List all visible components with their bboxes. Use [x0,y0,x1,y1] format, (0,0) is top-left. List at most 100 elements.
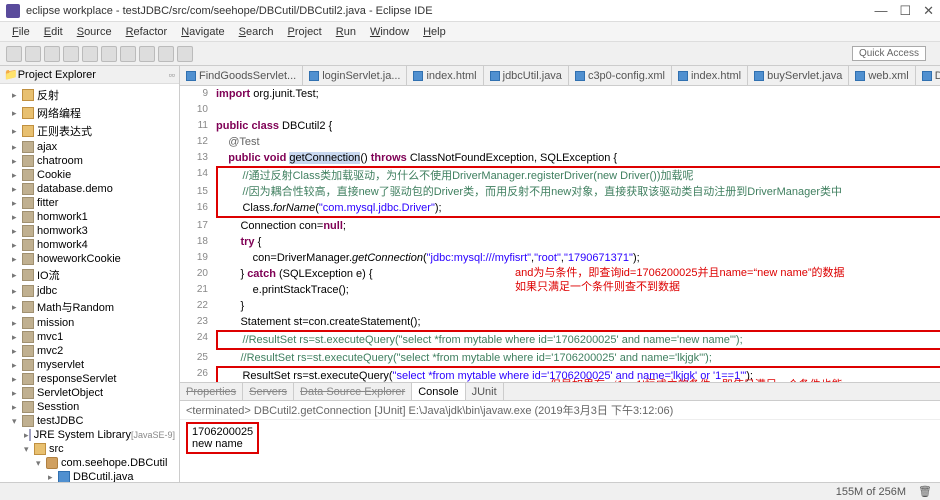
tree-item[interactable]: ▾testJDBC [2,414,177,428]
code-line[interactable]: 20 } catch (SQLException e) { [180,266,940,282]
code-line[interactable]: 13 public void getConnection() throws Cl… [180,150,940,166]
heap-status: 155M of 256M [836,486,906,498]
code-line[interactable]: 15 //因为耦合性较高，直接new了驱动包的Driver类，而用反射不用new… [180,184,940,200]
code-line[interactable]: 21 e.printStackTrace(); [180,282,940,298]
tree-item[interactable]: ▸homwork4 [2,238,177,252]
editor-tab[interactable]: jdbcUtil.java [484,66,569,85]
menu-source[interactable]: Source [71,24,118,40]
build-icon[interactable] [101,46,117,62]
window-title: eclipse workplace - testJDBC/src/com/see… [26,5,874,17]
menu-search[interactable]: Search [233,24,280,40]
editor-tab[interactable]: c3p0-config.xml [569,66,672,85]
code-line[interactable]: 24 //ResultSet rs=st.executeQuery("selec… [180,330,940,350]
code-line[interactable]: 23 Statement st=con.createStatement(); [180,314,940,330]
console-line: 1706200025 [192,426,253,438]
tree-item[interactable]: ▸mission [2,316,177,330]
code-line[interactable]: 16 Class.forName("com.mysql.jdbc.Driver"… [180,200,940,218]
tree-item[interactable]: ▸homwork3 [2,224,177,238]
editor-tab[interactable]: DBCutil.java [916,66,940,85]
tree-item[interactable]: ▾src [2,442,177,456]
menubar: FileEditSourceRefactorNavigateSearchProj… [0,22,940,42]
bottom-tab[interactable]: JUnit [466,383,504,400]
tree-item[interactable]: ▸ServletObject [2,386,177,400]
tree-item[interactable]: ▸Cookie [2,168,177,182]
code-line[interactable]: 19 con=DriverManager.getConnection("jdbc… [180,250,940,266]
console-output[interactable]: 1706200025 new name [180,420,940,482]
code-line[interactable]: 14 //通过反射Class类加载驱动，为什么不使用DriverManager.… [180,166,940,184]
editor-tab[interactable]: web.xml [849,66,915,85]
folder-icon: 📁 [4,68,18,81]
maximize-button[interactable]: ☐ [899,3,911,19]
tree-item[interactable]: ▸jdbc [2,284,177,298]
tree-item[interactable]: ▸ajax [2,140,177,154]
bottom-tab[interactable]: Properties [180,383,243,400]
gc-icon[interactable]: 🗑 [918,485,932,498]
bottom-tabs: PropertiesServersData Source ExplorerCon… [180,383,940,401]
tree-item[interactable]: ▸mvc1 [2,330,177,344]
code-line[interactable]: 12 @Test [180,134,940,150]
tree-item[interactable]: ▸正则表达式 [2,122,177,140]
tree-item[interactable]: ▸database.demo [2,182,177,196]
editor-tabs: FindGoodsServlet...loginServlet.ja...ind… [180,66,940,86]
tree-item[interactable]: ▸Math与Random [2,298,177,316]
tree-item[interactable]: ▸JRE System Library [JavaSE-9] [2,428,177,442]
sidebar-title: Project Explorer [18,69,169,81]
search-icon[interactable] [139,46,155,62]
quick-access[interactable]: Quick Access [852,46,926,61]
tree-item[interactable]: ▸反射 [2,86,177,104]
menu-project[interactable]: Project [282,24,328,40]
tree-item[interactable]: ▸DBCutil.java [2,470,177,482]
open-type-icon[interactable] [120,46,136,62]
bottom-tab[interactable]: Console [412,383,465,400]
menu-window[interactable]: Window [364,24,415,40]
project-tree[interactable]: ▸反射▸网络编程▸正则表达式▸ajax▸chatroom▸Cookie▸data… [0,84,179,482]
run-icon[interactable] [82,46,98,62]
back-icon[interactable] [158,46,174,62]
statusbar: 155M of 256M 🗑 [0,482,940,500]
tree-item[interactable]: ▸网络编程 [2,104,177,122]
new-icon[interactable] [6,46,22,62]
console-line: new name [192,438,253,450]
code-line[interactable]: 18 try { [180,234,940,250]
menu-file[interactable]: File [6,24,36,40]
editor-tab[interactable]: loginServlet.ja... [303,66,407,85]
editor-tab[interactable]: buyServlet.java [748,66,849,85]
eclipse-icon [6,4,20,18]
tree-item[interactable]: ▸Sesstion [2,400,177,414]
tree-item[interactable]: ▸howeworkCookie [2,252,177,266]
menu-edit[interactable]: Edit [38,24,69,40]
code-line[interactable]: 17 Connection con=null; [180,218,940,234]
code-line[interactable]: 22 } [180,298,940,314]
close-button[interactable]: ✕ [923,3,934,19]
code-line[interactable]: 9import org.junit.Test; [180,86,940,102]
minimize-button[interactable]: — [874,3,887,19]
tree-item[interactable]: ▸responseServlet [2,372,177,386]
code-line[interactable]: 11public class DBCutil2 { [180,118,940,134]
code-line[interactable]: 25 //ResultSet rs=st.executeQuery("selec… [180,350,940,366]
menu-navigate[interactable]: Navigate [175,24,230,40]
tree-item[interactable]: ▸myservlet [2,358,177,372]
menu-refactor[interactable]: Refactor [120,24,174,40]
debug-icon[interactable] [63,46,79,62]
menu-run[interactable]: Run [330,24,362,40]
editor-tab[interactable]: index.html [407,66,483,85]
bottom-tab[interactable]: Data Source Explorer [294,383,412,400]
forward-icon[interactable] [177,46,193,62]
console-header: <terminated> DBCutil2.getConnection [JUn… [186,402,673,418]
tree-item[interactable]: ▾com.seehope.DBCutil [2,456,177,470]
editor-tab[interactable]: FindGoodsServlet... [180,66,303,85]
code-editor[interactable]: and为与条件，即查询id=1706200025并且name=“new name… [180,86,940,382]
tree-item[interactable]: ▸mvc2 [2,344,177,358]
code-line[interactable]: 26 ResultSet rs=st.executeQuery("select … [180,366,940,382]
collapse-all-icon[interactable]: ▫▫ [169,70,175,80]
bottom-tab[interactable]: Servers [243,383,294,400]
save-icon[interactable] [25,46,41,62]
menu-help[interactable]: Help [417,24,452,40]
save-all-icon[interactable] [44,46,60,62]
code-line[interactable]: 10 [180,102,940,118]
tree-item[interactable]: ▸IO流 [2,266,177,284]
editor-tab[interactable]: index.html [672,66,748,85]
tree-item[interactable]: ▸homwork1 [2,210,177,224]
tree-item[interactable]: ▸fitter [2,196,177,210]
tree-item[interactable]: ▸chatroom [2,154,177,168]
